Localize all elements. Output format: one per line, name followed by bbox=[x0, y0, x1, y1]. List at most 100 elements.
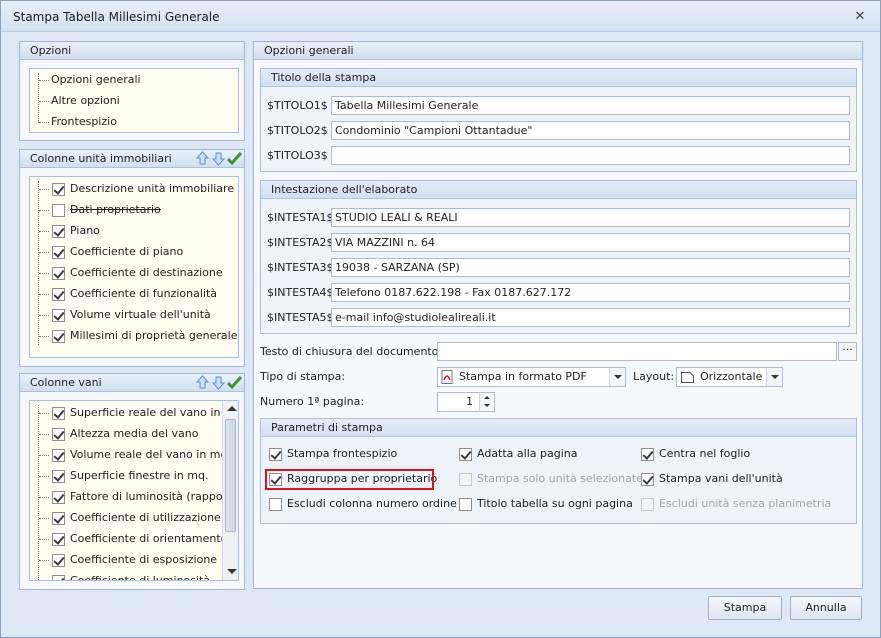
checkbox[interactable] bbox=[52, 469, 65, 483]
unita-column-item[interactable]: Coefficiente di funzionalità bbox=[52, 285, 217, 303]
checkbox[interactable] bbox=[269, 447, 282, 461]
move-down-icon[interactable] bbox=[211, 151, 226, 166]
checkbox[interactable] bbox=[52, 427, 65, 441]
opzioni-header: Opzioni bbox=[20, 42, 244, 60]
ellipsis-button[interactable]: ··· bbox=[838, 342, 857, 361]
text-input[interactable]: 19038 - SARZANA (SP) bbox=[331, 258, 850, 277]
param-checkbox[interactable]: Escludi unità senza planimetria bbox=[641, 495, 831, 513]
checkbox[interactable] bbox=[52, 553, 65, 567]
field-label: $TITOLO3$ bbox=[267, 149, 328, 162]
checkbox[interactable] bbox=[52, 287, 65, 301]
spin-up-icon[interactable] bbox=[484, 396, 490, 399]
intestazione-header: Intestazione dell'elaborato bbox=[261, 181, 856, 199]
vani-column-item[interactable]: Altezza media del vano bbox=[52, 425, 198, 443]
numero-pagina-label: Numero 1ª pagina: bbox=[260, 395, 365, 408]
param-checkbox[interactable]: Stampa vani dell'unità bbox=[641, 470, 783, 488]
checkbox[interactable] bbox=[52, 224, 65, 238]
window-title: Stampa Tabella Millesimi Generale bbox=[13, 10, 220, 24]
layout-label: Layout: bbox=[633, 370, 675, 383]
testo-chiusura-input[interactable] bbox=[437, 342, 837, 361]
move-down-icon[interactable] bbox=[211, 375, 226, 390]
check-all-icon[interactable] bbox=[227, 151, 242, 166]
vani-column-item[interactable]: Volume reale del vano in mc. bbox=[52, 446, 230, 464]
param-checkbox[interactable]: Escludi colonna numero ordine bbox=[269, 495, 457, 513]
vani-column-item[interactable]: Superficie finestre in mq. bbox=[52, 467, 209, 485]
checkbox[interactable] bbox=[52, 511, 65, 525]
text-input[interactable]: STUDIO LEALI & REALI bbox=[331, 208, 850, 227]
text-input[interactable]: Tabella Millesimi Generale bbox=[331, 96, 850, 115]
checkbox-label: Stampa vani dell'unità bbox=[659, 472, 783, 485]
text-input[interactable]: Condominio "Campioni Ottantadue" bbox=[331, 121, 850, 140]
unita-column-item[interactable]: Descrizione unità immobiliare bbox=[52, 180, 234, 198]
close-icon[interactable]: ✕ bbox=[852, 9, 868, 25]
param-checkbox[interactable]: Centra nel foglio bbox=[641, 445, 750, 463]
unita-column-item[interactable]: Millesimi di proprietà generale bbox=[52, 327, 237, 345]
checkbox[interactable] bbox=[459, 447, 472, 461]
opzioni-generali-panel: Opzioni generali Titolo della stampa $TI… bbox=[253, 41, 863, 589]
checkbox-label: Altezza media del vano bbox=[70, 427, 199, 440]
vani-scrollbar[interactable] bbox=[222, 401, 238, 580]
spin-down-icon[interactable] bbox=[484, 404, 490, 407]
checkbox[interactable] bbox=[52, 532, 65, 546]
opzioni-panel: Opzioni Opzioni generali Altre opzioni F… bbox=[19, 41, 245, 141]
checkbox[interactable] bbox=[52, 182, 65, 196]
scroll-up-arrow-icon[interactable] bbox=[227, 406, 237, 411]
param-checkbox[interactable]: Stampa frontespizio bbox=[269, 445, 397, 463]
scroll-down-arrow-icon[interactable] bbox=[227, 569, 237, 574]
checkbox[interactable] bbox=[459, 497, 472, 511]
annulla-button[interactable]: Annulla bbox=[790, 596, 862, 620]
chevron-down-icon[interactable] bbox=[609, 368, 625, 386]
move-up-icon[interactable] bbox=[195, 375, 210, 390]
checkbox[interactable] bbox=[52, 203, 65, 217]
param-checkbox[interactable]: Adatta alla pagina bbox=[459, 445, 577, 463]
opzioni-tree: Opzioni generali Altre opzioni Frontespi… bbox=[29, 68, 239, 133]
checkbox[interactable] bbox=[459, 472, 472, 486]
vani-column-item[interactable]: Fattore di luminosità (rappor bbox=[52, 488, 227, 506]
vani-column-item[interactable]: Coefficiente di luminosità bbox=[52, 572, 210, 580]
colonne-vani-list: Superficie reale del vano in m Altezza me… bbox=[29, 400, 239, 581]
checkbox[interactable] bbox=[52, 308, 65, 322]
numero-pagina-value: 1 bbox=[466, 395, 473, 408]
text-input[interactable] bbox=[331, 146, 850, 165]
text-input[interactable]: Telefono 0187.622.198 - Fax 0187.627.172 bbox=[331, 283, 850, 302]
unita-column-item[interactable]: Volume virtuale dell'unità bbox=[52, 306, 211, 324]
tree-item-frontespizio[interactable]: Frontespizio bbox=[51, 112, 117, 132]
unita-column-item[interactable]: Piano bbox=[52, 222, 100, 240]
move-up-icon[interactable] bbox=[195, 151, 210, 166]
vani-column-item[interactable]: Coefficiente di utilizzazione bbox=[52, 509, 221, 527]
checkbox-label: Millesimi di proprietà generale bbox=[70, 329, 238, 342]
text-input[interactable]: VIA MAZZINI n. 64 bbox=[331, 233, 850, 252]
checkbox-label: Piano bbox=[70, 224, 100, 237]
checkbox[interactable] bbox=[52, 406, 65, 420]
layout-select[interactable]: Orizzontale bbox=[676, 367, 783, 387]
colonne-vani-toolbar bbox=[195, 375, 242, 391]
tree-item-altre-opzioni[interactable]: Altre opzioni bbox=[51, 91, 120, 111]
checkbox[interactable] bbox=[52, 329, 65, 343]
numero-pagina-spinner[interactable]: 1 bbox=[437, 392, 495, 412]
vani-column-item[interactable]: Coefficiente di esposizione bbox=[52, 551, 217, 569]
checkbox[interactable] bbox=[641, 497, 654, 511]
checkbox[interactable] bbox=[52, 448, 65, 462]
tipo-stampa-select[interactable]: Stampa in formato PDF bbox=[437, 367, 626, 387]
checkbox[interactable] bbox=[52, 245, 65, 259]
checkbox[interactable] bbox=[641, 447, 654, 461]
check-all-icon[interactable] bbox=[227, 375, 242, 390]
tree-item-opzioni-generali[interactable]: Opzioni generali bbox=[51, 70, 141, 90]
checkbox[interactable] bbox=[52, 490, 65, 504]
unita-column-item[interactable]: Dati proprietario bbox=[52, 201, 161, 219]
checkbox[interactable] bbox=[641, 472, 654, 486]
chevron-down-icon[interactable] bbox=[766, 368, 782, 386]
checkbox[interactable] bbox=[52, 266, 65, 280]
vani-column-item[interactable]: Superficie reale del vano in m bbox=[52, 404, 235, 422]
checkbox[interactable] bbox=[52, 574, 65, 580]
unita-column-item[interactable]: Coefficiente di piano bbox=[52, 243, 183, 261]
scroll-thumb[interactable] bbox=[225, 419, 236, 532]
stampa-button[interactable]: Stampa bbox=[708, 596, 782, 620]
param-checkbox[interactable]: Stampa solo unità selezionate bbox=[459, 470, 643, 488]
unita-column-item[interactable]: Coefficiente di destinazione bbox=[52, 264, 223, 282]
checkbox[interactable] bbox=[269, 497, 282, 511]
text-input[interactable]: e-mail info@studiolealireali.it bbox=[331, 308, 850, 327]
vani-column-item[interactable]: Coefficiente di orientamento bbox=[52, 530, 227, 548]
field-label: $INTESTA1$ bbox=[267, 211, 334, 224]
param-checkbox[interactable]: Titolo tabella su ogni pagina bbox=[459, 495, 633, 513]
